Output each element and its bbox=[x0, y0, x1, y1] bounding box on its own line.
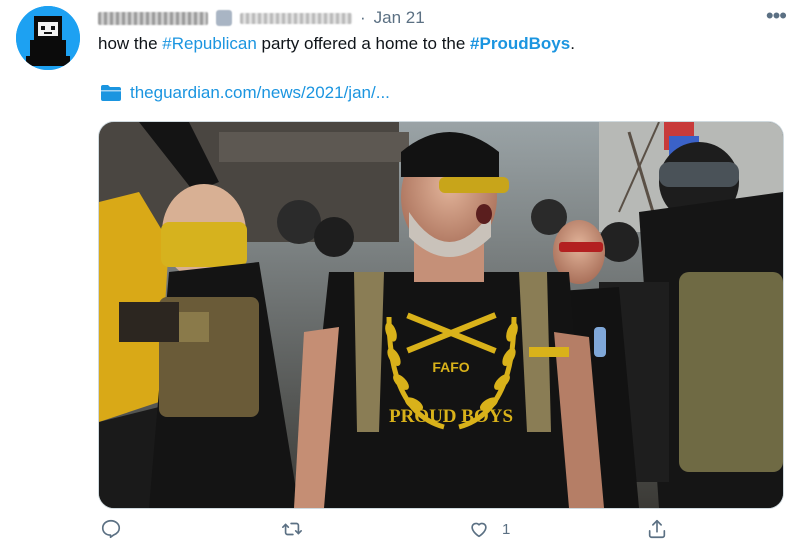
heart-icon bbox=[471, 522, 487, 538]
like-count: 1 bbox=[502, 520, 511, 538]
timestamp[interactable]: Jan 21 bbox=[374, 8, 425, 28]
hashtag-republican[interactable]: #Republican bbox=[162, 34, 257, 53]
badge-icon bbox=[216, 10, 232, 26]
avatar[interactable] bbox=[16, 6, 80, 70]
reply-button[interactable] bbox=[100, 518, 134, 540]
share-icon bbox=[648, 519, 666, 539]
retweet-icon bbox=[282, 522, 302, 536]
shirt-text-proudboys: PROUD BOYS bbox=[389, 406, 513, 427]
tweet-text-middle: party offered a home to the bbox=[256, 34, 471, 53]
retweet-button[interactable] bbox=[281, 518, 315, 540]
more-horizontal-icon[interactable]: ••• bbox=[766, 3, 787, 29]
tweet-photo[interactable]: FAFO PROUD BOYS bbox=[98, 121, 784, 509]
article-link[interactable]: theguardian.com/news/2021/jan/... bbox=[100, 83, 390, 103]
reply-icon bbox=[101, 519, 121, 539]
tweet-header: · Jan 21 bbox=[98, 6, 780, 30]
like-button[interactable]: 1 bbox=[468, 518, 510, 540]
hashtag-proudboys[interactable]: #ProudBoys bbox=[470, 34, 570, 53]
author-name[interactable] bbox=[98, 11, 208, 25]
share-button[interactable] bbox=[646, 518, 680, 540]
tweet-text: how the #Republican party offered a home… bbox=[98, 34, 575, 54]
author-handle[interactable] bbox=[240, 12, 352, 24]
link-text[interactable]: theguardian.com/news/2021/jan/... bbox=[130, 83, 390, 103]
photo-image: FAFO PROUD BOYS bbox=[99, 122, 783, 508]
tweet-text-suffix: . bbox=[570, 34, 575, 53]
folder-link-icon bbox=[101, 85, 121, 101]
tweet-text-prefix: how the bbox=[98, 34, 163, 53]
shirt-text-fafo: FAFO bbox=[432, 359, 469, 375]
avatar-image bbox=[16, 6, 80, 70]
tweet-actions: 1 bbox=[98, 518, 698, 548]
separator-dot: · bbox=[360, 8, 366, 27]
